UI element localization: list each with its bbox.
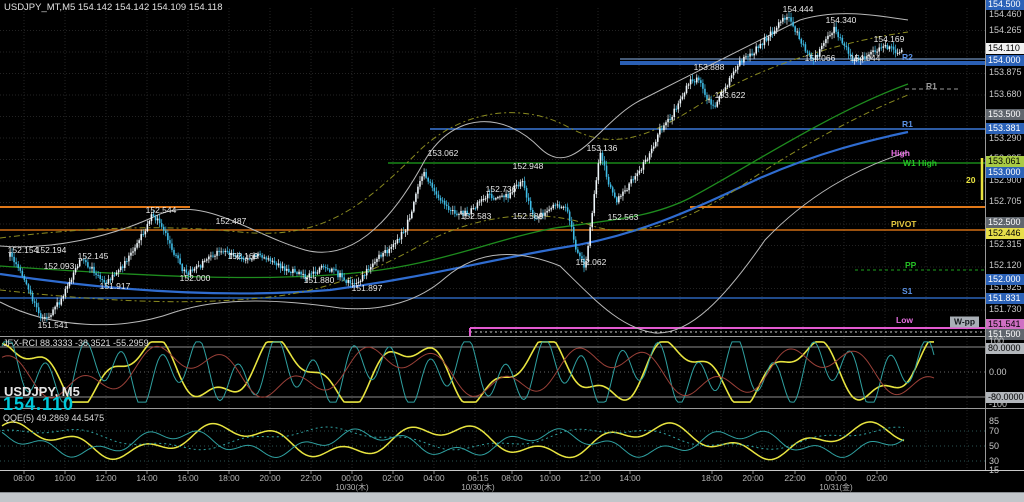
mt4-chart-window: USDJPY_MT,M5 154.142 154.142 154.109 154…: [0, 0, 1024, 502]
chart-canvas[interactable]: [0, 0, 1024, 502]
